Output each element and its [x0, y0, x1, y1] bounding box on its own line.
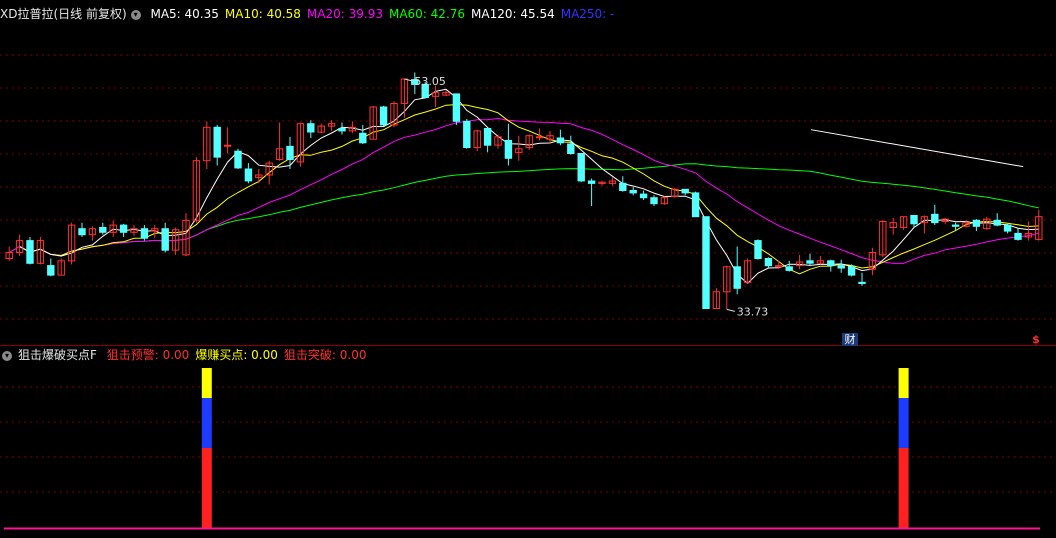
candle	[629, 190, 637, 194]
candle	[993, 219, 1001, 226]
candle	[785, 266, 793, 271]
candle	[213, 126, 221, 158]
candle	[161, 228, 169, 251]
candle	[452, 93, 461, 122]
candle	[847, 266, 856, 276]
candle	[99, 227, 107, 233]
candle	[223, 144, 232, 147]
candle	[535, 136, 544, 139]
candle	[931, 213, 939, 224]
price-annotation: 53.05	[414, 75, 446, 88]
candle	[26, 240, 34, 264]
candle	[1014, 232, 1022, 240]
signal-bar-segment	[201, 448, 212, 528]
candle	[78, 228, 86, 236]
candle	[691, 192, 700, 218]
candle	[702, 216, 710, 309]
annotation-pointer	[726, 308, 735, 312]
candle	[307, 123, 315, 133]
candle	[806, 260, 814, 264]
candle	[234, 150, 242, 169]
signal-bar-segment	[898, 398, 909, 448]
candle	[504, 139, 513, 159]
kline-chart[interactable]: 53.05 33.73	[0, 0, 1056, 538]
signal-bar-segment	[201, 368, 212, 398]
candle	[837, 265, 845, 269]
price-annotation: 33.73	[737, 305, 769, 318]
candle	[619, 182, 627, 192]
candle	[140, 228, 149, 239]
signal-bar-segment	[201, 398, 212, 448]
candle	[359, 132, 367, 144]
candle	[1003, 224, 1012, 232]
candle	[764, 258, 773, 267]
candle	[972, 219, 981, 227]
candle	[556, 137, 565, 144]
candle	[951, 224, 960, 227]
candle	[463, 120, 471, 149]
candle	[733, 266, 741, 289]
candle	[910, 215, 918, 225]
candle	[754, 240, 762, 260]
signal-bar-segment	[898, 448, 909, 528]
candle	[827, 260, 835, 267]
candle	[567, 143, 575, 154]
candle	[858, 281, 866, 284]
finance-badge[interactable]: 财	[842, 333, 858, 346]
candle	[639, 193, 648, 199]
candle	[681, 188, 689, 194]
candle	[483, 128, 492, 146]
candle	[244, 168, 253, 182]
candle	[119, 224, 128, 233]
candle	[587, 180, 596, 184]
signal-bar-segment	[898, 368, 909, 398]
candle	[650, 197, 658, 205]
candle	[286, 145, 294, 160]
candle	[379, 106, 388, 126]
candle	[577, 153, 585, 182]
ma120-line	[810, 129, 1024, 168]
candle	[338, 128, 346, 132]
dividend-badge[interactable]: $	[1030, 333, 1042, 346]
candle	[47, 265, 55, 276]
